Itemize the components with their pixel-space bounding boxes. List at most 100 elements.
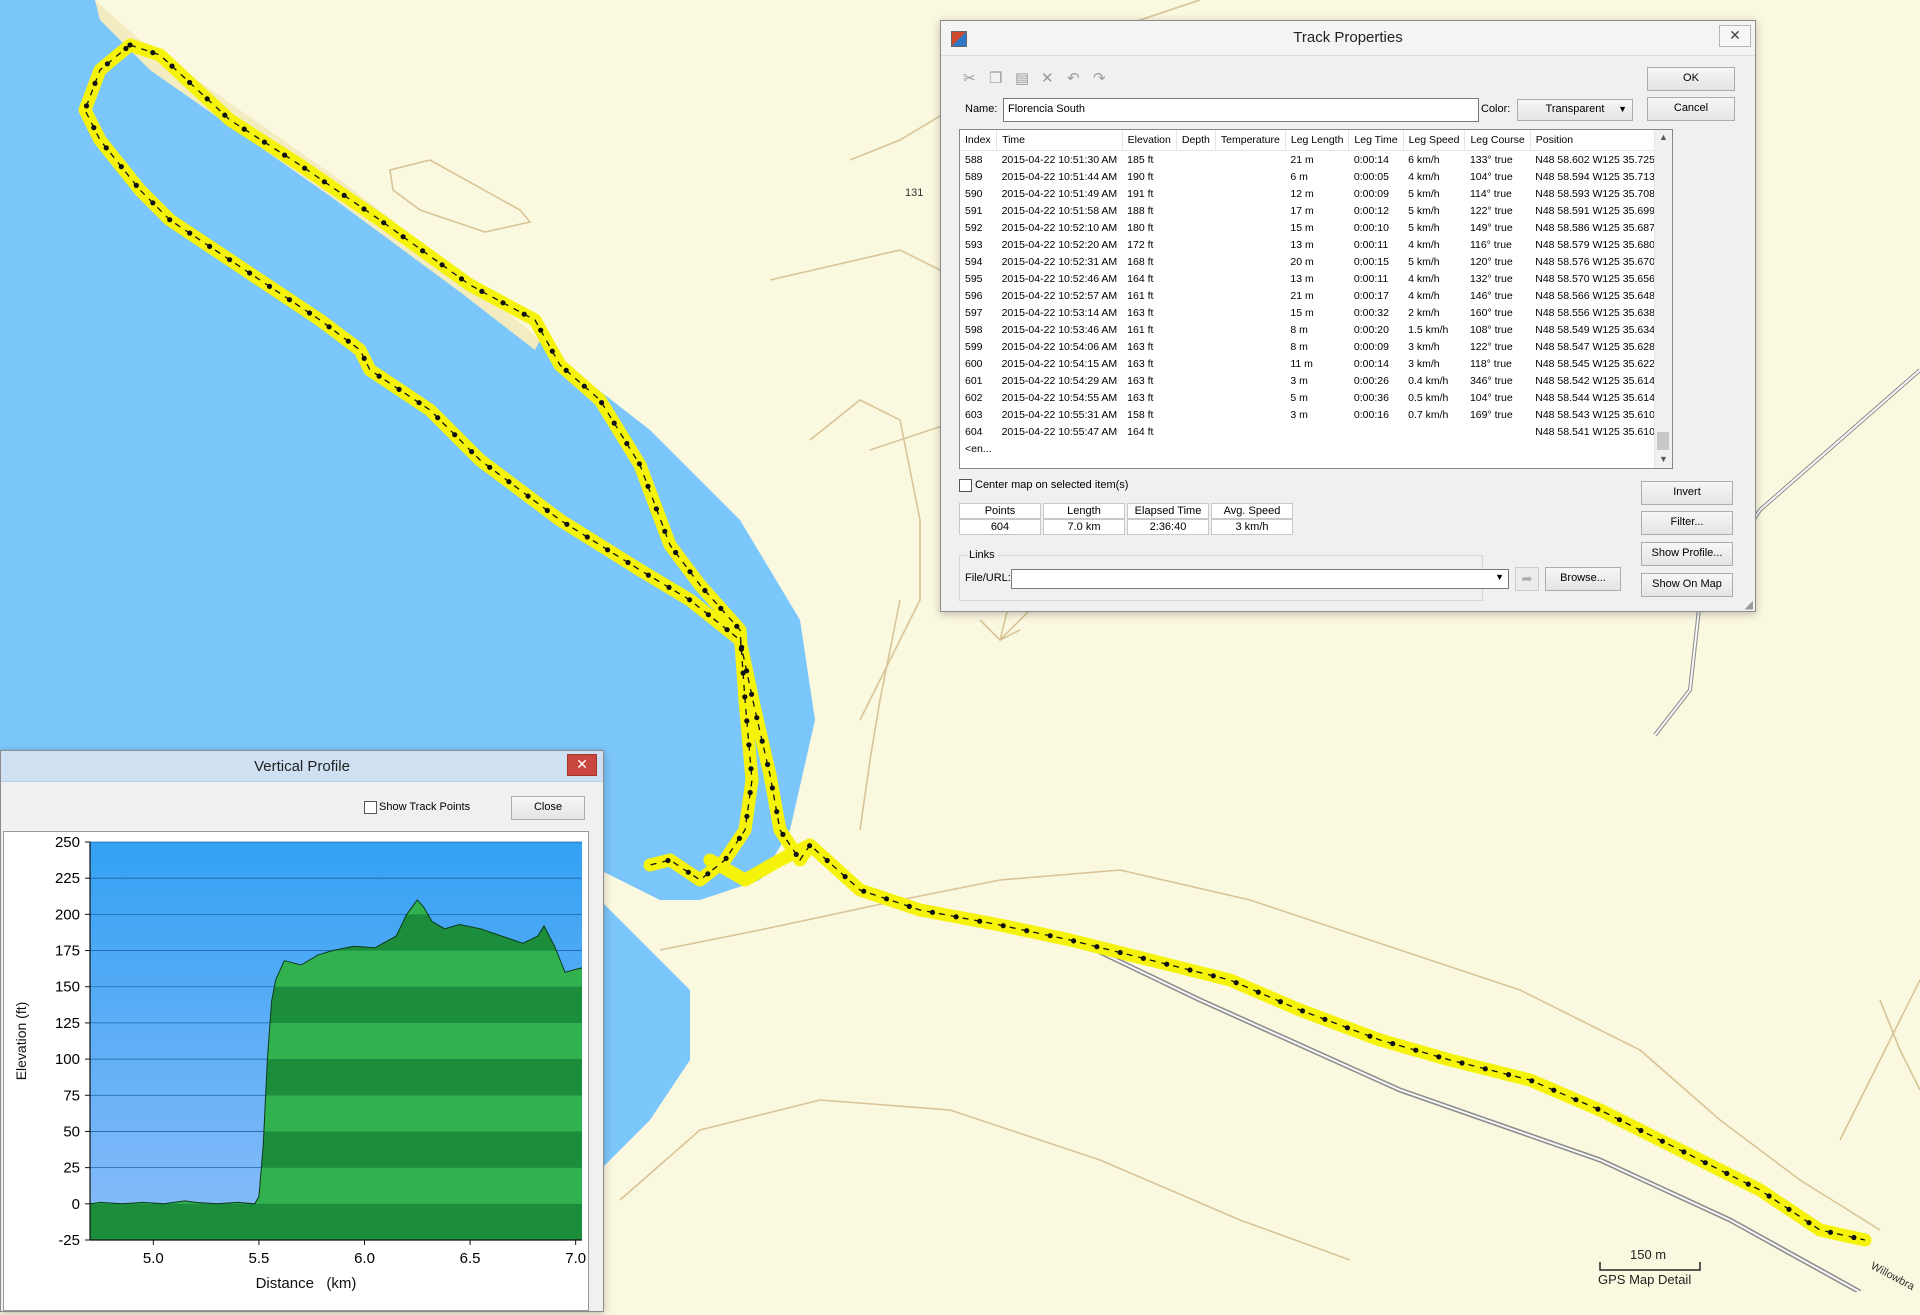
table-row[interactable]: 590 2015-04-22 10:51:49 AM 191 ft 12 m 0:00:… (960, 185, 1660, 202)
track-point[interactable] (400, 234, 406, 240)
track-point[interactable] (1117, 949, 1123, 956)
track-point[interactable] (1827, 1229, 1834, 1235)
track-point[interactable] (1851, 1234, 1857, 1241)
track-point[interactable] (1413, 1047, 1419, 1053)
track-point[interactable] (1367, 1033, 1373, 1039)
browse-button[interactable]: Browse... (1545, 567, 1621, 591)
track-point[interactable] (247, 270, 253, 276)
track-point[interactable] (563, 367, 569, 373)
undo-icon[interactable]: ↶ (1067, 69, 1080, 87)
track-point[interactable] (744, 718, 750, 724)
track-point[interactable] (376, 373, 382, 379)
track-point[interactable] (742, 694, 748, 700)
track-point[interactable] (977, 918, 983, 924)
track-point[interactable] (435, 415, 441, 421)
cut-icon[interactable]: ✂ (963, 69, 976, 87)
track-point[interactable] (1766, 1193, 1772, 1199)
track-point[interactable] (286, 297, 293, 303)
elevation-profile-chart[interactable]: 250 225 200 175 150 125 100 75 50 25 0 -25 5.0 5.5 6.… (3, 831, 589, 1311)
invert-button[interactable]: Invert (1641, 481, 1733, 505)
track-point[interactable] (439, 262, 445, 268)
track-point[interactable] (381, 220, 387, 226)
column-header[interactable]: Leg Length (1285, 130, 1350, 151)
track-point[interactable] (150, 200, 156, 206)
track-point[interactable] (83, 103, 90, 109)
track-point[interactable] (724, 627, 730, 633)
track-point[interactable] (1140, 955, 1146, 962)
track-point[interactable] (624, 440, 630, 447)
scroll-up-icon[interactable]: ▲ (1659, 132, 1668, 142)
track-point[interactable] (636, 461, 643, 467)
track-point[interactable] (266, 283, 273, 289)
track-name-input[interactable]: Florencia South (1003, 98, 1479, 122)
table-row[interactable]: 595 2015-04-22 10:52:46 AM 164 ft 13 m 0:00:… (960, 270, 1660, 287)
track-point[interactable] (1210, 973, 1216, 979)
table-row[interactable]: 592 2015-04-22 10:52:10 AM 180 ft 15 m 0:00:… (960, 219, 1660, 236)
track-point[interactable] (544, 507, 550, 514)
track-point[interactable] (754, 715, 760, 721)
vertical-profile-titlebar[interactable]: Vertical Profile ✕ (1, 751, 603, 782)
track-point[interactable] (736, 835, 743, 842)
column-header[interactable]: Elevation (1122, 130, 1177, 151)
track-point[interactable] (1299, 1008, 1306, 1014)
track-point[interactable] (1616, 1117, 1623, 1123)
track-point[interactable] (1071, 938, 1077, 944)
column-header[interactable]: Depth (1176, 130, 1216, 151)
table-row[interactable]: 591 2015-04-22 10:51:58 AM 188 ft 17 m 0:00:… (960, 202, 1660, 219)
track-point[interactable] (479, 288, 485, 294)
table-row[interactable]: 593 2015-04-22 10:52:20 AM 172 ft 13 m 0:00:… (960, 236, 1660, 253)
paste-icon[interactable]: ▤ (1015, 69, 1029, 87)
track-point[interactable] (774, 809, 780, 815)
track-point[interactable] (645, 483, 651, 489)
track-point[interactable] (341, 192, 347, 198)
track-point[interactable] (1573, 1097, 1579, 1103)
track-point[interactable] (1745, 1181, 1751, 1187)
track-point[interactable] (506, 479, 512, 485)
column-header[interactable]: Leg Speed (1403, 130, 1466, 151)
table-row[interactable]: 597 2015-04-22 10:53:14 AM 163 ft 15 m 0:00:… (960, 304, 1660, 321)
track-point[interactable] (599, 400, 605, 406)
table-row[interactable]: 596 2015-04-22 10:52:57 AM 161 ft 21 m 0:00:… (960, 287, 1660, 304)
track-point[interactable] (1724, 1170, 1730, 1176)
table-row[interactable]: 599 2015-04-22 10:54:06 AM 163 ft 8 m 0:00:0… (960, 338, 1660, 355)
track-point[interactable] (538, 327, 544, 333)
track-point[interactable] (929, 909, 936, 915)
delete-icon[interactable]: ✕ (1041, 69, 1054, 87)
track-point[interactable] (723, 855, 729, 862)
track-point[interactable] (326, 324, 332, 330)
track-point[interactable] (653, 506, 660, 512)
track-point[interactable] (241, 126, 247, 132)
track-point[interactable] (1482, 1066, 1488, 1072)
track-point[interactable] (953, 914, 959, 920)
track-points-grid[interactable]: Index Time Elevation Depth Temperature Leg Le… (959, 129, 1673, 469)
track-point[interactable] (747, 789, 753, 796)
track-point[interactable] (1024, 928, 1030, 934)
track-point[interactable] (793, 851, 799, 858)
scroll-thumb[interactable] (1657, 432, 1669, 450)
track-point[interactable] (748, 766, 754, 772)
column-header[interactable]: Position (1530, 130, 1661, 151)
track-point[interactable] (302, 165, 308, 171)
track-point[interactable] (687, 569, 693, 575)
track-point[interactable] (1277, 999, 1283, 1005)
table-row[interactable]: 594 2015-04-22 10:52:31 AM 168 ft 20 m 0:00:… (960, 253, 1660, 270)
copy-icon[interactable]: ❐ (989, 69, 1002, 87)
track-point[interactable] (1659, 1138, 1665, 1144)
column-header[interactable]: Time (996, 130, 1123, 151)
track-point[interactable] (687, 597, 693, 603)
track-point[interactable] (824, 857, 830, 864)
track-point[interactable] (420, 248, 426, 254)
open-link-button[interactable]: ➦ (1515, 567, 1539, 591)
track-point[interactable] (396, 386, 402, 392)
track-point[interactable] (1436, 1054, 1442, 1060)
show-track-points-checkbox[interactable] (364, 801, 377, 814)
track-point[interactable] (861, 888, 867, 894)
track-point[interactable] (416, 400, 422, 406)
center-map-checkbox[interactable] (959, 479, 972, 492)
column-header[interactable]: Leg Course (1464, 130, 1531, 151)
cancel-button[interactable]: Cancel (1647, 97, 1735, 121)
table-row[interactable]: 602 2015-04-22 10:54:55 AM 163 ft 5 m 0:00:3… (960, 389, 1660, 406)
track-point[interactable] (469, 449, 475, 455)
dialog-close-button[interactable]: ✕ (567, 754, 597, 776)
track-point[interactable] (581, 383, 587, 389)
